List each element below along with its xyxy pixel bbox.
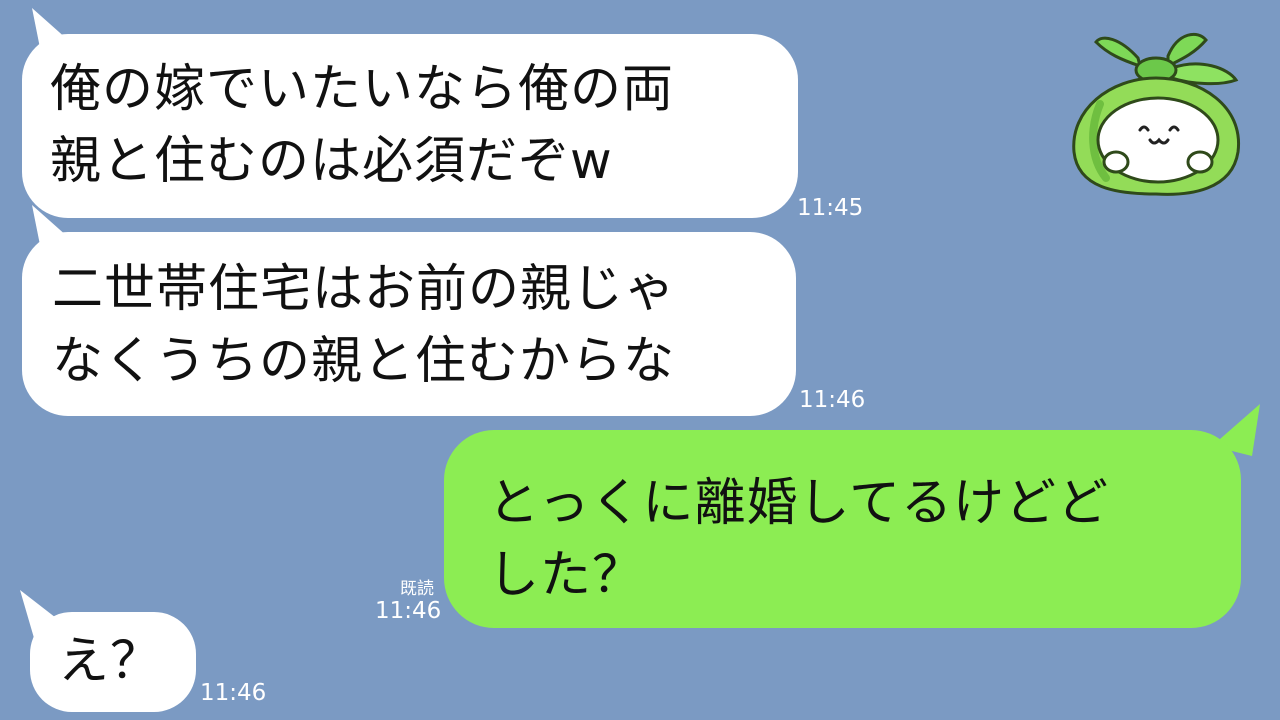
chat-view: 俺の嫁でいたいなら俺の両 親と住むのは必須だぞw 11:45 二世帯住宅はお前の… [0,0,1280,720]
message-text-line: 俺の嫁でいたいなら俺の両 [50,60,675,119]
message-text-line: した？ [488,546,645,605]
message-text-line: え？ [58,632,163,691]
message-timestamp: 11:45 [797,195,864,221]
message-timestamp: 11:46 [200,680,267,706]
message-timestamp: 11:46 [375,598,442,624]
message-timestamp: 11:46 [799,387,866,413]
message-text-line: 親と住むのは必須だぞw [50,132,613,191]
read-receipt: 既読 [400,579,434,599]
message-text-line: とっくに離婚してるけどど [488,474,1109,533]
green-bundle-mascot-icon[interactable] [1060,28,1270,198]
message-bubble-incoming[interactable]: 二世帯住宅はお前の親じゃ なくうちの親と住むからな [22,232,796,416]
message-text-line: なくうちの親と住むからな [52,332,675,391]
message-bubble-incoming[interactable]: 俺の嫁でいたいなら俺の両 親と住むのは必須だぞw [22,34,798,218]
message-text-line: 二世帯住宅はお前の親じゃ [52,260,677,319]
message-bubble-incoming[interactable]: え？ [30,612,196,712]
message-bubble-outgoing[interactable]: とっくに離婚してるけどど した？ [444,430,1241,628]
